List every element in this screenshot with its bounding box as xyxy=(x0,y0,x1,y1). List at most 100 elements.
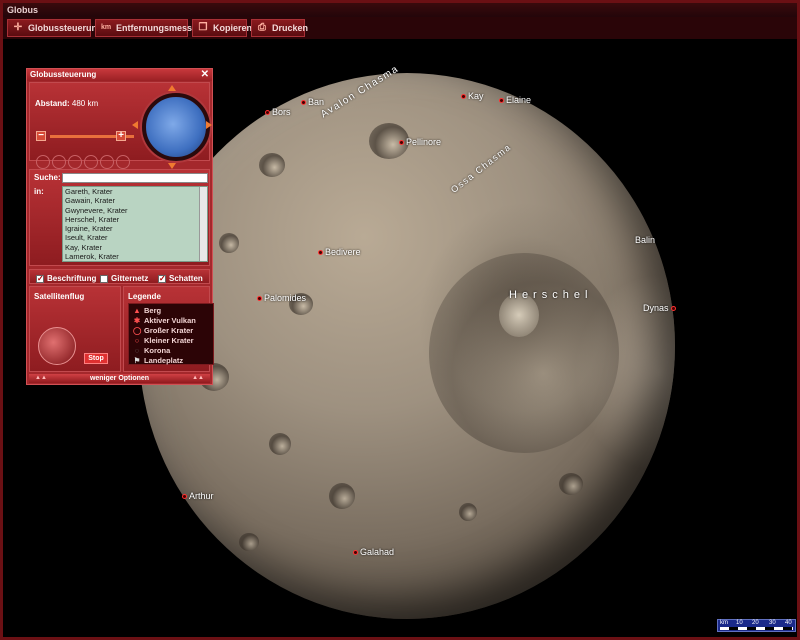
herschel-crater xyxy=(429,253,619,453)
in-label: in: xyxy=(34,187,44,196)
scale-tick: 20 xyxy=(752,620,759,626)
checkbox-empty-icon xyxy=(100,274,108,283)
distance-meter-button[interactable]: km Entfernungsmesser xyxy=(95,19,201,37)
place-marker-icon xyxy=(499,98,504,104)
navigation-section: Abstand: 480 km − + xyxy=(29,82,212,169)
place-label[interactable]: Galahad xyxy=(353,547,394,557)
collapse-arrow-icon: ▲▲ xyxy=(35,375,47,381)
ruler-km-icon: km xyxy=(100,24,112,31)
checkbox-checked-icon: ✓ xyxy=(158,273,166,283)
crater xyxy=(219,233,239,253)
place-label[interactable]: Bors xyxy=(265,107,291,117)
corona-icon: ◌ xyxy=(134,346,140,355)
distance-readout: Abstand: 480 km xyxy=(35,99,99,108)
panel-title: Globussteuerung xyxy=(27,69,212,81)
collapse-arrow-icon: ▲▲ xyxy=(192,375,204,381)
shadows-checkbox[interactable]: ✓ Schatten xyxy=(158,274,203,283)
distance-meter-label: Entfernungsmesser xyxy=(116,23,201,33)
labels-checkbox[interactable]: ✓ Beschriftung xyxy=(36,274,96,283)
crater xyxy=(239,533,259,551)
crater xyxy=(329,483,355,509)
zoom-out-button[interactable]: − xyxy=(36,131,46,141)
list-item[interactable]: Iseult, Krater xyxy=(63,233,207,242)
rotate-up-arrow-icon[interactable] xyxy=(168,85,176,91)
crosshair-icon: ✛ xyxy=(13,22,23,33)
list-item[interactable]: Lamerok, Krater xyxy=(63,252,207,261)
list-item[interactable]: Gawain, Krater xyxy=(63,196,207,205)
grid-checkbox[interactable]: Gitternetz xyxy=(100,274,148,283)
place-label[interactable]: Arthur xyxy=(182,491,214,501)
legend-item: ▲ Berg xyxy=(133,306,162,315)
copy-icon: ❐ xyxy=(198,22,208,33)
feature-list[interactable]: Gareth, Krater Gawain, Krater Gwynevere,… xyxy=(62,186,208,262)
scale-tick: 40 xyxy=(785,620,792,626)
globe-control-label: Globussteuerung xyxy=(28,23,103,33)
place-marker-icon xyxy=(301,100,306,106)
rotate-right-arrow-icon[interactable] xyxy=(206,121,212,129)
globe-navigator[interactable] xyxy=(142,93,210,161)
place-label[interactable]: Elaine xyxy=(499,95,531,105)
place-marker-icon xyxy=(257,296,262,302)
place-label[interactable]: Balin xyxy=(635,235,655,245)
list-scrollbar[interactable] xyxy=(199,187,207,261)
list-item[interactable]: Igraine, Krater xyxy=(63,224,207,233)
zoom-in-button[interactable]: + xyxy=(116,131,126,141)
place-marker-icon xyxy=(318,250,323,256)
landing-site-icon: ⚑ xyxy=(133,356,141,365)
legend-section: Legende ▲ Berg ✱ Aktiver Vulkan ◯ Großer Kr… xyxy=(123,286,214,372)
globe-control-panel: Globussteuerung ✕ Abstand: 480 km − + Su… xyxy=(26,68,214,385)
search-input[interactable] xyxy=(62,173,208,183)
legend-item: ○ Kleiner Krater xyxy=(134,336,194,345)
list-item[interactable]: Kay, Krater xyxy=(63,243,207,252)
preset-view-button[interactable] xyxy=(36,155,50,169)
close-icon[interactable]: ✕ xyxy=(201,69,209,81)
small-crater-icon: ○ xyxy=(134,336,140,345)
stop-button[interactable]: Stop xyxy=(84,353,108,364)
less-options-label: weniger Optionen xyxy=(89,375,150,382)
volcano-icon: ✱ xyxy=(133,316,141,325)
window-title: Globus xyxy=(3,3,797,17)
place-label[interactable]: Bedivere xyxy=(318,247,361,257)
toolbar: ✛ Globussteuerung km Entfernungsmesser ❐… xyxy=(3,17,797,39)
print-label: Drucken xyxy=(272,23,309,33)
place-label[interactable]: Ban xyxy=(301,97,324,107)
preset-view-button[interactable] xyxy=(116,155,130,169)
rotate-left-arrow-icon[interactable] xyxy=(132,121,138,129)
place-marker-icon xyxy=(353,550,358,556)
place-marker-icon xyxy=(670,306,676,312)
preset-view-button[interactable] xyxy=(52,155,66,169)
copy-button[interactable]: ❐ Kopieren xyxy=(192,19,252,37)
app-window: Globus ✛ Globussteuerung km Entfernungsm… xyxy=(0,0,800,640)
place-label[interactable]: Kay xyxy=(461,91,484,101)
scale-unit: km xyxy=(720,620,728,626)
list-item[interactable]: Herschel, Krater xyxy=(63,215,207,224)
place-marker-icon xyxy=(461,94,466,100)
satellite-title: Satellitenflug xyxy=(34,292,85,301)
distance-value: 480 km xyxy=(71,99,99,108)
less-options-bar[interactable]: ▲▲ weniger Optionen ▲▲ xyxy=(29,374,210,383)
scale-bar: km 10 20 30 40 xyxy=(717,619,796,632)
preset-view-button[interactable] xyxy=(100,155,114,169)
place-marker-icon xyxy=(399,140,404,146)
globe-control-button[interactable]: ✛ Globussteuerung xyxy=(7,19,103,37)
legend-list: ▲ Berg ✱ Aktiver Vulkan ◯ Großer Krater ○ Kl… xyxy=(128,303,214,365)
checkbox-checked-icon: ✓ xyxy=(36,273,44,283)
moon-globe[interactable] xyxy=(139,73,675,619)
scale-bar-graphic xyxy=(720,627,793,630)
search-label: Suche: xyxy=(34,173,61,182)
list-item[interactable]: Gareth, Krater xyxy=(63,187,207,196)
crater xyxy=(259,153,285,177)
place-marker-icon xyxy=(182,494,187,500)
satellite-sphere-icon[interactable] xyxy=(38,327,76,365)
place-label[interactable]: Pellinore xyxy=(399,137,441,147)
place-label[interactable]: Palomides xyxy=(257,293,306,303)
place-label[interactable]: Dynas xyxy=(643,303,678,313)
copy-label: Kopieren xyxy=(213,23,253,33)
crater xyxy=(269,433,291,455)
legend-title: Legende xyxy=(128,292,161,301)
legend-item: ✱ Aktiver Vulkan xyxy=(133,316,196,325)
print-button[interactable]: ⎙ Drucken xyxy=(251,19,309,37)
preset-view-button[interactable] xyxy=(84,155,98,169)
list-item[interactable]: Gwynevere, Krater xyxy=(63,206,207,215)
preset-view-button[interactable] xyxy=(68,155,82,169)
